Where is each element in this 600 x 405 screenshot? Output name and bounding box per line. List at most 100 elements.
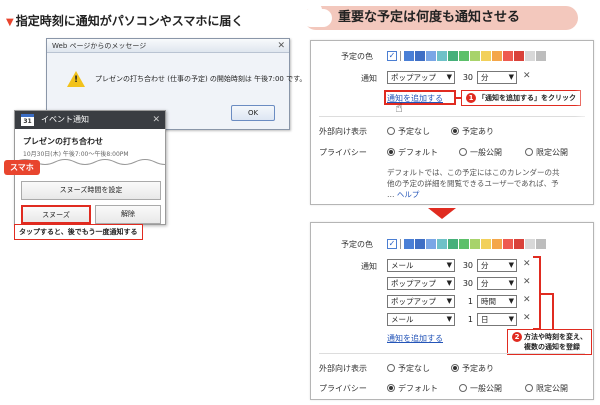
radio-icon (459, 148, 467, 156)
visibility-label: 外部向け表示 (319, 127, 367, 136)
radio-icon (459, 384, 467, 392)
ok-button[interactable]: OK (231, 105, 275, 121)
notify-method-select[interactable]: ポップアップ ▼ (387, 295, 455, 308)
step2-callout: 2 方法や時刻を変え、 複数の通知を登録 (507, 329, 592, 355)
snooze-button[interactable]: スヌーズ (21, 205, 91, 224)
notify-amount-input[interactable]: 30 (459, 277, 473, 290)
step2-text: 複数の通知を登録 (524, 343, 580, 351)
color-swatch[interactable] (448, 239, 458, 249)
color-swatch[interactable] (459, 239, 469, 249)
close-icon[interactable]: ✕ (277, 39, 285, 53)
color-swatch[interactable] (514, 51, 524, 61)
privacy-option-default[interactable]: デフォルト (387, 383, 438, 394)
left-heading: ▼ 指定時刻に通知がパソコンやスマホに届く (6, 12, 243, 29)
color-swatch[interactable] (481, 239, 491, 249)
visibility-option-busy[interactable]: 予定あり (451, 126, 494, 137)
color-swatch[interactable] (415, 239, 425, 249)
notify-method-value: ポップアップ (391, 73, 436, 82)
color-checkbox[interactable]: ✓ (387, 239, 397, 249)
snooze-caption: タップすると、後でもう一度通知する (14, 224, 143, 240)
color-swatch[interactable] (503, 239, 513, 249)
color-swatch[interactable] (426, 51, 436, 61)
notify-method-select[interactable]: ポップアップ ▼ (387, 71, 455, 84)
remove-notification-icon[interactable]: ✕ (523, 295, 531, 305)
color-label: 予定の色 (341, 52, 373, 61)
remove-notification-icon[interactable]: ✕ (523, 259, 531, 269)
notify-amount-input[interactable]: 1 (459, 295, 473, 308)
color-swatch[interactable] (448, 51, 458, 61)
notification-header-title: イベント通知 (41, 115, 89, 124)
color-swatch[interactable] (481, 51, 491, 61)
privacy-label: プライバシー (319, 384, 367, 393)
notify-unit-select[interactable]: 日 ▼ (477, 313, 517, 326)
privacy-option-public[interactable]: 一般公開 (459, 383, 502, 394)
remove-notification-icon[interactable]: ✕ (523, 313, 531, 323)
color-swatch[interactable] (492, 239, 502, 249)
add-notification-link[interactable]: 通知を追加する (387, 333, 443, 344)
color-checkbox[interactable]: ✓ (387, 51, 397, 61)
notify-method-select[interactable]: メール ▼ (387, 313, 455, 326)
option-label: 予定あり (462, 364, 494, 373)
step1-callout: 1 「通知を追加する」をクリック (461, 90, 581, 106)
option-label: 予定あり (462, 127, 494, 136)
color-swatch[interactable] (470, 239, 480, 249)
color-label: 予定の色 (341, 240, 373, 249)
option-label: デフォルト (398, 148, 438, 157)
privacy-option-public[interactable]: 一般公開 (459, 147, 502, 158)
option-label: 予定なし (398, 364, 430, 373)
color-swatch[interactable] (536, 51, 546, 61)
color-swatch[interactable] (437, 239, 447, 249)
color-swatch[interactable] (525, 239, 535, 249)
smartphone-tag: スマホ (4, 160, 40, 175)
privacy-option-private[interactable]: 限定公開 (525, 383, 568, 394)
color-swatch[interactable] (459, 51, 469, 61)
color-swatch[interactable] (404, 51, 414, 61)
notify-amount-input[interactable]: 1 (459, 313, 473, 326)
color-swatch[interactable] (404, 239, 414, 249)
color-swatch[interactable] (536, 239, 546, 249)
color-swatch[interactable] (437, 51, 447, 61)
remove-notification-icon[interactable]: ✕ (523, 71, 531, 81)
notify-unit-select[interactable]: 分 ▼ (477, 259, 517, 272)
privacy-option-private[interactable]: 限定公開 (525, 147, 568, 158)
color-swatch[interactable] (426, 239, 436, 249)
chevron-down-icon: ▼ (508, 297, 514, 305)
notify-amount-input[interactable]: 30 (459, 71, 473, 84)
color-swatch[interactable] (415, 51, 425, 61)
privacy-option-default[interactable]: デフォルト (387, 147, 438, 158)
color-swatches: ✓ (387, 239, 546, 249)
help-link[interactable]: ヘルプ (397, 190, 420, 199)
notify-method-select[interactable]: メール ▼ (387, 259, 455, 272)
description-line: デフォルトでは、この予定にはこのカレンダーの共 (387, 168, 560, 177)
notify-method-value: メール (391, 315, 414, 324)
color-swatches: ✓ (387, 51, 546, 61)
set-snooze-time-button[interactable]: スヌーズ時間を設定 (21, 181, 161, 200)
warning-icon: ! (67, 71, 85, 87)
dismiss-button[interactable]: 解除 (95, 205, 161, 224)
color-swatch[interactable] (525, 51, 535, 61)
close-icon[interactable]: ✕ (152, 111, 160, 129)
remove-notification-icon[interactable]: ✕ (523, 277, 531, 287)
notify-unit-value: 分 (481, 261, 489, 270)
option-label: 一般公開 (470, 148, 502, 157)
color-swatch[interactable] (492, 51, 502, 61)
step1-text: 「通知を追加する」をクリック (478, 94, 576, 102)
color-swatch[interactable] (503, 51, 513, 61)
notify-amount-input[interactable]: 30 (459, 259, 473, 272)
notify-unit-select[interactable]: 分 ▼ (477, 277, 517, 290)
notify-unit-select[interactable]: 時間 ▼ (477, 295, 517, 308)
dialog-message: プレゼンの打ち合わせ (仕事の予定) の開始時刻は 午後7:00 です。 (95, 75, 307, 83)
color-swatch[interactable] (514, 239, 524, 249)
chevron-down-icon: ▼ (508, 279, 514, 287)
color-swatch[interactable] (470, 51, 480, 61)
chevron-down-icon: ▼ (446, 297, 452, 305)
notify-unit-select[interactable]: 分 ▼ (477, 71, 517, 84)
notify-method-select[interactable]: ポップアップ ▼ (387, 277, 455, 290)
step2-number: 2 (512, 332, 522, 342)
visibility-option-none[interactable]: 予定なし (387, 126, 430, 137)
right-heading-text: 重要な予定は何度も通知させる (338, 10, 521, 25)
notify-label: 通知 (361, 74, 377, 83)
visibility-option-none[interactable]: 予定なし (387, 363, 430, 374)
notify-method-value: メール (391, 261, 414, 270)
visibility-option-busy[interactable]: 予定あり (451, 363, 494, 374)
